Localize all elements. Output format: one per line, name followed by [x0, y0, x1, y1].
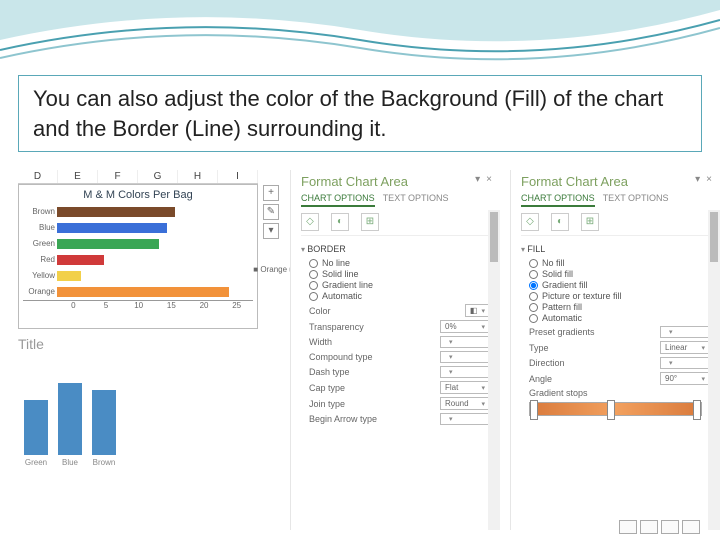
- radio-automatic-line[interactable]: Automatic: [309, 291, 490, 301]
- cap-select[interactable]: Flat: [440, 381, 490, 394]
- scrollbar[interactable]: [488, 210, 500, 530]
- chart-filter-button[interactable]: ▾: [263, 223, 279, 239]
- pane-title: Format Chart Area: [521, 174, 710, 189]
- radio-gradient-line[interactable]: Gradient line: [309, 280, 490, 290]
- radio-no-line[interactable]: No line: [309, 258, 490, 268]
- dash-select[interactable]: [440, 366, 490, 378]
- tab-chart-options[interactable]: CHART OPTIONS: [521, 193, 595, 207]
- close-icon[interactable]: ×: [486, 174, 492, 185]
- format-pane-border: ▾ × Format Chart Area CHART OPTIONS TEXT …: [290, 170, 500, 530]
- effects-icon[interactable]: ◐: [551, 213, 569, 231]
- chart-style-button[interactable]: ✎: [263, 204, 279, 220]
- chart-title: M & M Colors Per Bag: [23, 189, 253, 201]
- slide-nav-icons[interactable]: [619, 520, 700, 534]
- embedded-chart[interactable]: M & M Colors Per Bag Brown Blue Green Re…: [18, 184, 258, 329]
- mini-chart-title: Title: [18, 336, 44, 352]
- radio-pattern-fill[interactable]: Pattern fill: [529, 302, 710, 312]
- tab-text-options[interactable]: TEXT OPTIONS: [383, 193, 449, 207]
- radio-solid-line[interactable]: Solid line: [309, 269, 490, 279]
- compound-select[interactable]: [440, 351, 490, 363]
- section-fill[interactable]: FILL: [521, 244, 710, 254]
- effects-icon[interactable]: ◐: [331, 213, 349, 231]
- tab-chart-options[interactable]: CHART OPTIONS: [301, 193, 375, 207]
- fill-line-icon[interactable]: ◇: [301, 213, 319, 231]
- header-swoosh: [0, 0, 720, 80]
- gradient-stops-slider[interactable]: [529, 402, 702, 416]
- angle-input[interactable]: 90°: [660, 372, 710, 385]
- headline-box: You can also adjust the color of the Bac…: [18, 75, 702, 152]
- pane-dropdown-icon[interactable]: ▾: [475, 174, 480, 185]
- radio-automatic-fill[interactable]: Automatic: [529, 313, 710, 323]
- spreadsheet-area: DEFGHI M & M Colors Per Bag Brown Blue G…: [18, 170, 258, 329]
- chart-bars: Brown Blue Green Red Yellow Orange: [23, 204, 253, 300]
- join-select[interactable]: Round: [440, 397, 490, 410]
- column-headers: DEFGHI: [18, 170, 258, 184]
- begin-arrow-select[interactable]: [440, 413, 490, 425]
- radio-no-fill[interactable]: No fill: [529, 258, 710, 268]
- mini-chart[interactable]: GreenBlueBrown: [18, 370, 168, 480]
- scrollbar[interactable]: [708, 210, 720, 530]
- pane-title: Format Chart Area: [301, 174, 490, 189]
- width-input[interactable]: [440, 336, 490, 348]
- headline-text: You can also adjust the color of the Bac…: [33, 84, 687, 143]
- fill-line-icon[interactable]: ◇: [521, 213, 539, 231]
- pane-dropdown-icon[interactable]: ▾: [695, 174, 700, 185]
- color-picker[interactable]: ◧: [465, 304, 490, 317]
- size-icon[interactable]: ⊞: [581, 213, 599, 231]
- close-icon[interactable]: ×: [706, 174, 712, 185]
- radio-gradient-fill[interactable]: Gradient fill: [529, 280, 710, 290]
- x-axis: 0510152025: [23, 300, 253, 310]
- chart-add-button[interactable]: +: [263, 185, 279, 201]
- radio-solid-fill[interactable]: Solid fill: [529, 269, 710, 279]
- radio-picture-fill[interactable]: Picture or texture fill: [529, 291, 710, 301]
- format-pane-fill: ▾ × Format Chart Area CHART OPTIONS TEXT …: [510, 170, 720, 530]
- transparency-input[interactable]: 0%: [440, 320, 490, 333]
- size-icon[interactable]: ⊞: [361, 213, 379, 231]
- section-border[interactable]: BORDER: [301, 244, 490, 254]
- preset-select[interactable]: [660, 326, 710, 338]
- type-select[interactable]: Linear: [660, 341, 710, 354]
- tab-text-options[interactable]: TEXT OPTIONS: [603, 193, 669, 207]
- direction-select[interactable]: [660, 357, 710, 369]
